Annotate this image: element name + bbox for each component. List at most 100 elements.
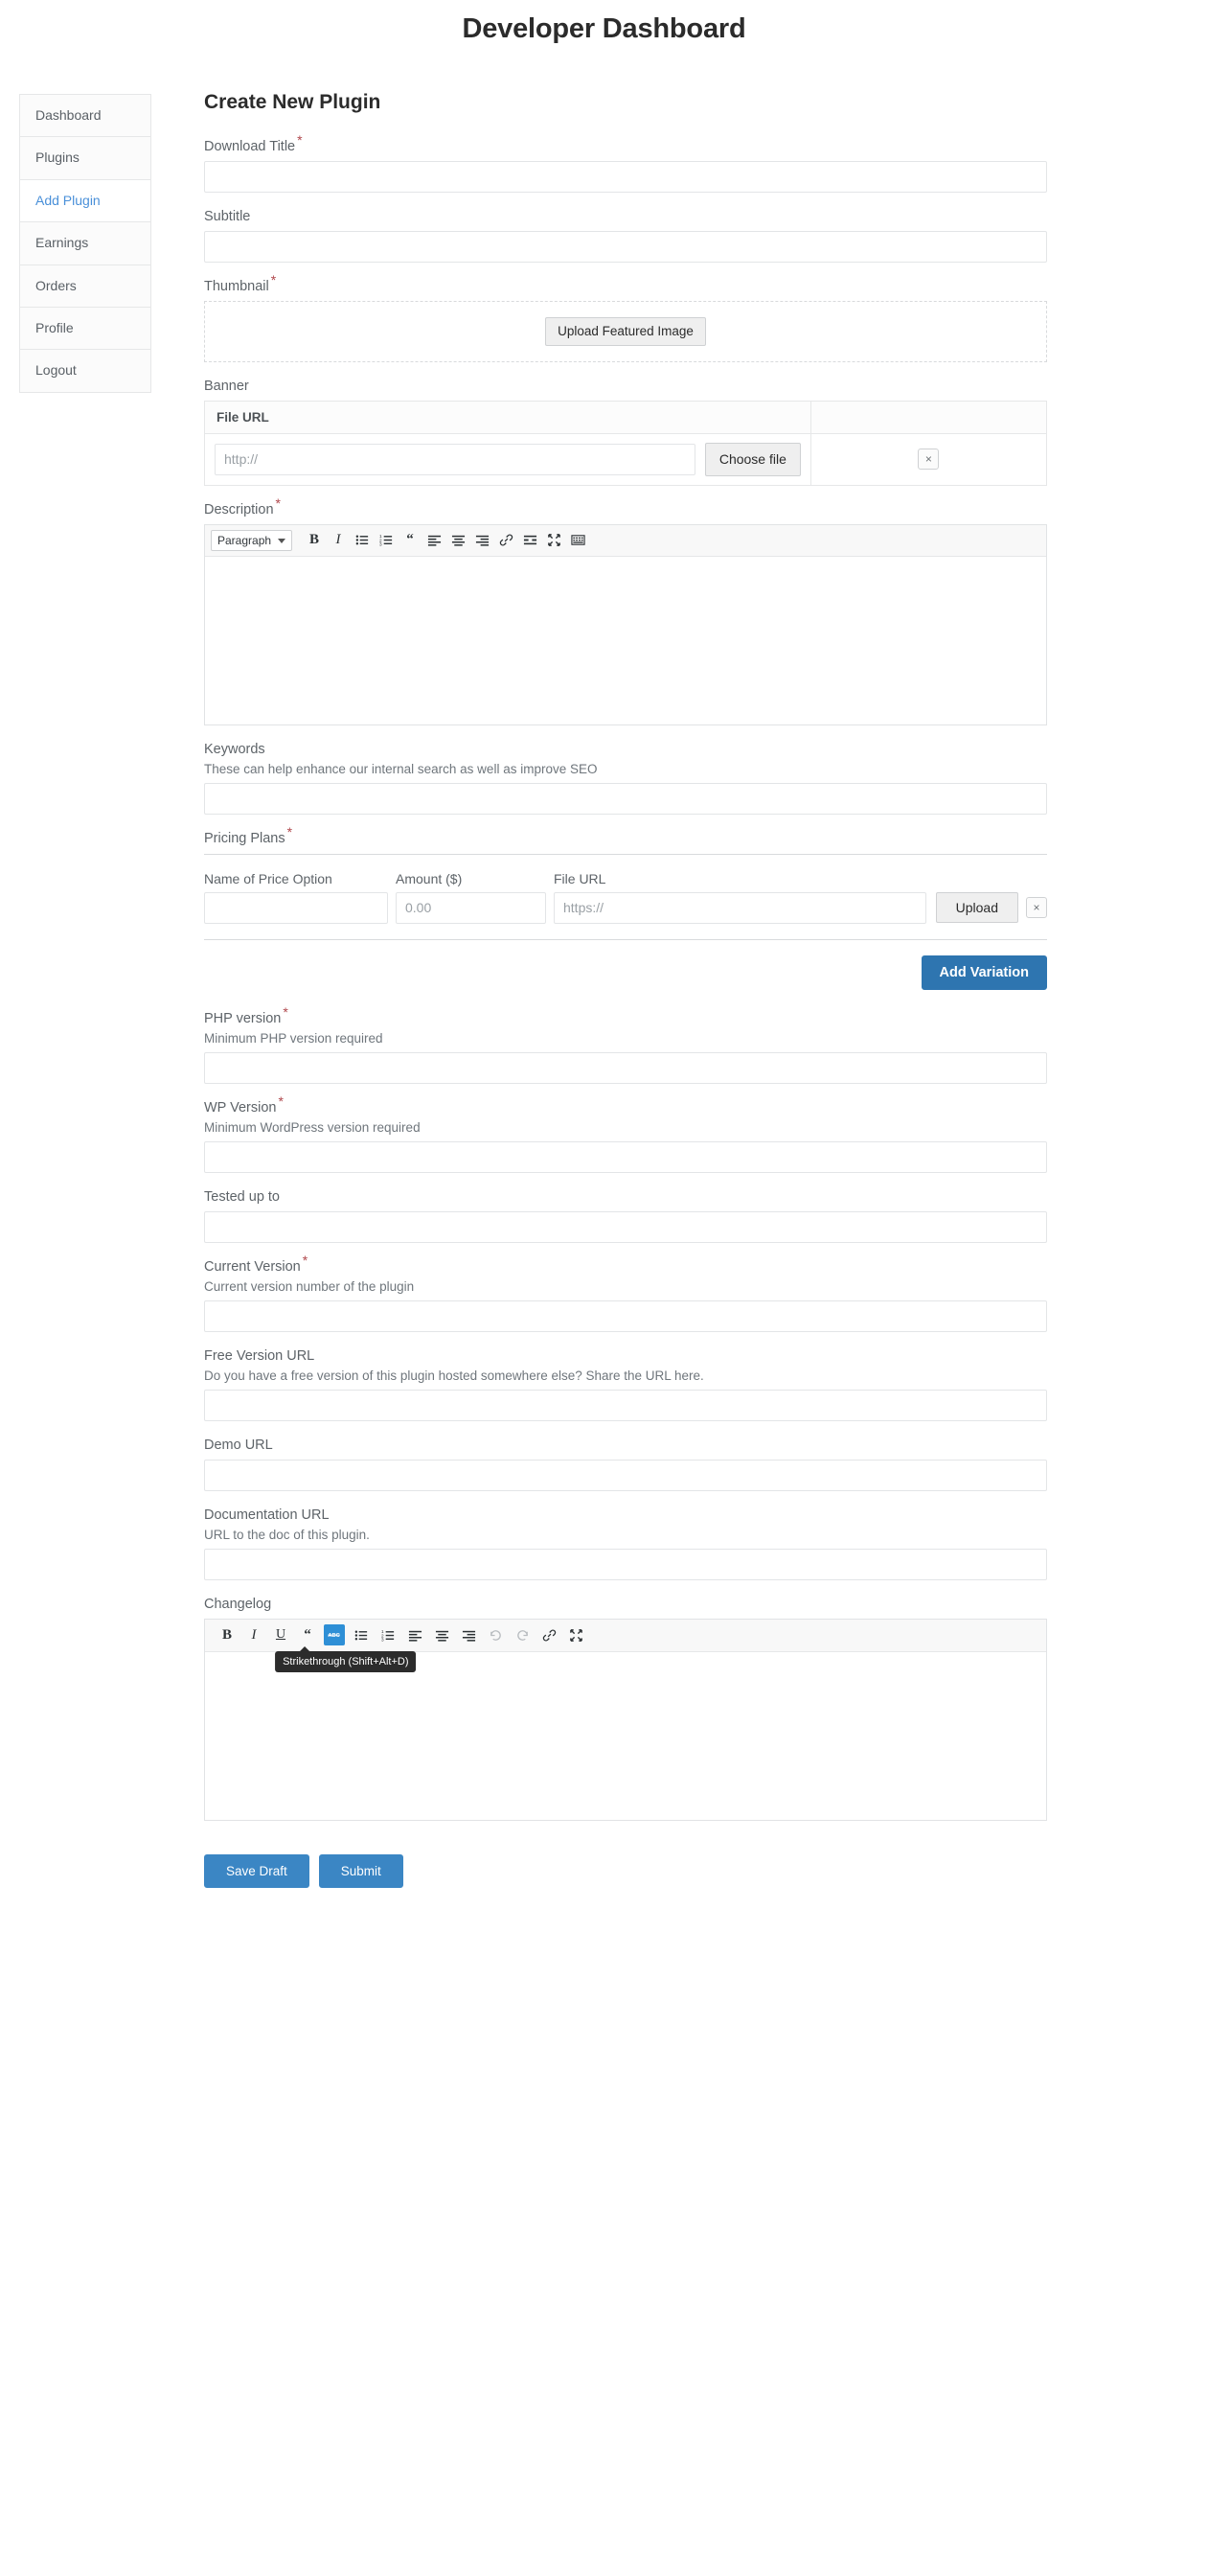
numbered-list-icon[interactable]: 123 [377, 1624, 399, 1645]
strikethrough-icon[interactable]: ABC [324, 1623, 345, 1645]
italic-icon[interactable]: I [328, 530, 349, 551]
price-remove-button[interactable]: × [1026, 897, 1047, 919]
pricing-name-cell [204, 891, 396, 924]
sidebar-item-label: Orders [35, 277, 77, 293]
banner-col-file-url: File URL [204, 401, 811, 434]
label-text: Current Version [204, 1258, 301, 1275]
price-file-url-input[interactable] [554, 891, 926, 924]
label-text: Pricing Plans [204, 830, 285, 846]
banner-remove-button[interactable]: × [918, 448, 940, 471]
pricing-header-row: Name of Price Option Amount ($) File URL [204, 871, 1047, 886]
required-asterisk: * [302, 1252, 308, 1268]
sidebar-item-plugins[interactable]: Plugins [20, 137, 150, 180]
banner-url-input[interactable] [215, 443, 695, 475]
bulleted-list-icon[interactable] [352, 530, 373, 551]
redo-icon[interactable] [512, 1624, 533, 1645]
italic-icon[interactable]: I [243, 1624, 264, 1645]
download-title-input[interactable] [204, 161, 1047, 193]
pricing-upload-cell: Upload [935, 892, 1026, 924]
label-subtitle: Subtitle [204, 209, 1047, 224]
price-upload-button[interactable]: Upload [935, 892, 1018, 924]
field-keywords: Keywords These can help enhance our inte… [204, 742, 1047, 815]
align-right-icon[interactable] [458, 1624, 479, 1645]
price-amount-input[interactable] [396, 891, 546, 924]
sidebar-item-label: Earnings [35, 235, 89, 251]
php-version-help-text: Minimum PHP version required [204, 1030, 383, 1046]
fullscreen-icon[interactable] [565, 1624, 586, 1645]
banner-col-actions [810, 401, 1047, 434]
bold-icon[interactable]: B [304, 530, 325, 551]
required-asterisk: * [297, 132, 303, 149]
banner-row: Choose file × [204, 433, 1047, 486]
pricing-col-name: Name of Price Option [204, 870, 332, 886]
current-version-input[interactable] [204, 1300, 1047, 1332]
sidebar-item-logout[interactable]: Logout [20, 350, 150, 393]
documentation-url-help-text: URL to the doc of this plugin. [204, 1527, 370, 1542]
tested-up-to-input[interactable] [204, 1210, 1047, 1243]
strikethrough-tooltip: Strikethrough (Shift+Alt+D) [275, 1645, 417, 1673]
pricing-plan-row: Upload × [204, 891, 1047, 924]
add-variation-button[interactable]: Add Variation [921, 954, 1047, 990]
form-actions: Save Draft Submit [204, 1837, 1047, 1917]
sidebar-item-dashboard[interactable]: Dashboard [20, 95, 150, 138]
pricing-divider-top [204, 853, 1047, 855]
changelog-editor-toolbar: B I U “ ABC Strikethrough (Shift+Alt+D) [205, 1619, 1046, 1673]
keywords-input[interactable] [204, 782, 1047, 815]
changelog-editor: B I U “ ABC Strikethrough (Shift+Alt+D) [204, 1618, 1047, 1821]
align-right-icon[interactable] [471, 530, 492, 551]
sidebar-item-profile[interactable]: Profile [20, 307, 150, 351]
documentation-url-input[interactable] [204, 1548, 1047, 1580]
paragraph-format-select[interactable]: Paragraph [211, 529, 292, 551]
label-current-version: Current Version * [204, 1254, 1047, 1275]
numbered-list-icon[interactable]: 123 [376, 530, 397, 551]
label-text: Download Title [204, 139, 296, 154]
label-text: Tested up to [204, 1188, 280, 1205]
subtitle-input[interactable] [204, 231, 1047, 263]
label-download-title: Download Title * [204, 133, 1047, 154]
save-draft-button[interactable]: Save Draft [204, 1853, 309, 1888]
read-more-icon[interactable] [519, 530, 540, 551]
sidebar-item-orders[interactable]: Orders [20, 264, 150, 308]
blockquote-icon[interactable]: “ [297, 1624, 318, 1645]
demo-url-input[interactable] [204, 1459, 1047, 1491]
bulleted-list-icon[interactable] [351, 1624, 372, 1645]
toolbar-toggle-icon[interactable] [567, 530, 588, 551]
align-center-icon[interactable] [431, 1624, 452, 1645]
align-left-icon[interactable] [423, 530, 444, 551]
label-free-version-url: Free Version URL [204, 1348, 1047, 1364]
link-icon[interactable] [538, 1624, 559, 1645]
svg-text:3: 3 [379, 542, 382, 547]
upload-featured-image-button[interactable]: Upload Featured Image [545, 316, 706, 347]
underline-icon[interactable]: U [270, 1624, 291, 1645]
undo-icon[interactable] [485, 1624, 506, 1645]
choose-file-button[interactable]: Choose file [704, 443, 801, 476]
php-version-input[interactable] [204, 1051, 1047, 1084]
wp-version-input[interactable] [204, 1140, 1047, 1173]
field-documentation-url: Documentation URL URL to the doc of this… [204, 1507, 1047, 1580]
banner-table-body: Choose file × [204, 433, 1047, 486]
link-icon[interactable] [495, 530, 516, 551]
price-option-name-input[interactable] [204, 891, 388, 924]
changelog-editor-body[interactable] [205, 1651, 1046, 1820]
required-asterisk: * [270, 272, 277, 288]
label-text: Thumbnail [204, 279, 269, 294]
sidebar-item-add-plugin[interactable]: Add Plugin [20, 179, 150, 223]
submit-button[interactable]: Submit [318, 1853, 403, 1888]
free-version-url-input[interactable] [204, 1389, 1047, 1421]
sidebar-item-earnings[interactable]: Earnings [20, 222, 150, 265]
thumbnail-dropzone[interactable]: Upload Featured Image [204, 301, 1047, 362]
bold-icon[interactable]: B [217, 1624, 238, 1645]
description-editor-body[interactable] [205, 556, 1046, 724]
align-left-icon[interactable] [404, 1624, 425, 1645]
page-header: Developer Dashboard [0, 0, 1208, 53]
paragraph-format-wrap: Paragraph [211, 529, 297, 551]
banner-table: File URL Choose file × [204, 401, 1047, 486]
field-thumbnail: Thumbnail * Upload Featured Image [204, 273, 1047, 362]
required-asterisk: * [283, 1003, 288, 1020]
align-center-icon[interactable] [447, 530, 468, 551]
blockquote-icon[interactable]: “ [399, 530, 421, 551]
fullscreen-icon[interactable] [543, 530, 564, 551]
label-wp-version: WP Version * [204, 1094, 1047, 1116]
banner-table-head: File URL [204, 401, 1047, 434]
required-asterisk: * [275, 494, 281, 511]
